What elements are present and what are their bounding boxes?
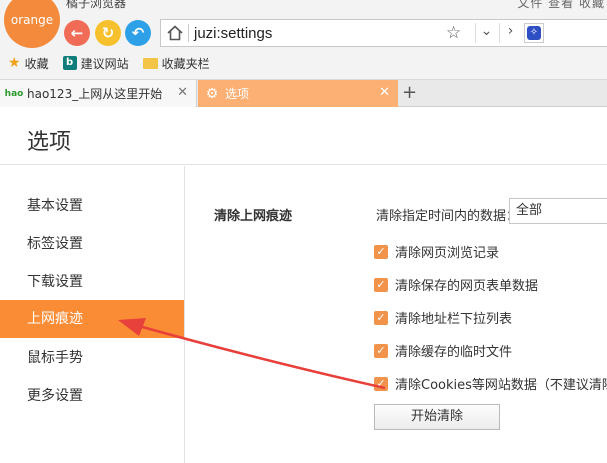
- orange-logo[interactable]: orange: [4, 0, 60, 48]
- baidu-paw-icon: ✧: [527, 26, 541, 40]
- undo-icon: ↶: [131, 24, 145, 42]
- option-browsing-history[interactable]: ✓ 清除网页浏览记录: [374, 242, 499, 261]
- star-icon: ★: [8, 55, 21, 71]
- option-address-dropdown[interactable]: ✓ 清除地址栏下拉列表: [374, 308, 512, 327]
- go-arrow-icon[interactable]: ›: [499, 23, 521, 43]
- home-icon[interactable]: [166, 24, 184, 42]
- bookmarks-bar: ★ 收藏 b 建议网站 收藏夹栏: [0, 52, 607, 74]
- sidebar-item-more[interactable]: 更多设置: [0, 377, 184, 415]
- bookmark-label: 收藏: [24, 56, 49, 71]
- back-arrow-icon: ←: [70, 24, 84, 42]
- checkbox-checked-icon[interactable]: ✓: [374, 277, 388, 292]
- tab-hao123[interactable]: hao hao123_上网从这里开始 ✕: [0, 80, 197, 107]
- browser-toolbar: orange 橘子浏览器 文件 查看 收藏 ← ↻ ↶ juzi:setting…: [0, 0, 607, 80]
- bookmark-label: 建议网站: [80, 56, 129, 71]
- option-form-data[interactable]: ✓ 清除保存的网页表单数据: [374, 275, 538, 294]
- settings-content: 清除上网痕迹 清除指定时间内的数据： 全部 ✓ 清除网页浏览记录 ✓ 清除保存的…: [186, 166, 607, 463]
- sidebar-item-mouse-gestures[interactable]: 鼠标手势: [0, 339, 184, 377]
- option-label: 清除Cookies等网站数据（不建议清除）: [395, 378, 607, 393]
- bookmark-favorites[interactable]: ★ 收藏: [8, 55, 49, 72]
- search-engine-selector[interactable]: ✧: [524, 23, 544, 43]
- option-label: 清除保存的网页表单数据: [395, 279, 539, 294]
- checkbox-checked-icon[interactable]: ✓: [374, 310, 388, 325]
- bookmark-label: 收藏夹栏: [161, 56, 210, 71]
- option-label: 清除缓存的临时文件: [395, 345, 513, 360]
- start-clear-button[interactable]: 开始清除: [374, 404, 500, 430]
- time-range-select[interactable]: 全部: [509, 198, 607, 224]
- time-range-label: 清除指定时间内的数据：: [376, 209, 520, 224]
- refresh-icon: ↻: [101, 24, 115, 42]
- bookmark-suggested-sites[interactable]: b 建议网站: [62, 55, 129, 72]
- sidebar-item-downloads[interactable]: 下载设置: [0, 263, 184, 301]
- bing-icon: b: [62, 56, 77, 70]
- restore-tab-button[interactable]: ↶: [125, 20, 151, 46]
- search-input[interactable]: [548, 19, 607, 47]
- back-button[interactable]: ←: [64, 20, 90, 46]
- address-bar[interactable]: juzi:settings ☆ ⌄ ›: [160, 19, 580, 47]
- checkbox-checked-icon[interactable]: ✓: [374, 343, 388, 358]
- bookmark-star-icon[interactable]: ☆: [446, 23, 461, 43]
- section-title: 清除上网痕迹: [214, 209, 293, 224]
- app-title: 橘子浏览器: [66, 0, 127, 10]
- folder-icon: [142, 57, 158, 69]
- gear-icon: ⚙: [205, 85, 219, 102]
- page-header: 选项: [0, 108, 607, 165]
- tab-options[interactable]: ⚙ 选项 ✕: [198, 80, 398, 107]
- close-icon[interactable]: ✕: [379, 85, 390, 100]
- option-label: 清除网页浏览记录: [395, 246, 500, 261]
- menu-bar[interactable]: 文件 查看 收藏: [517, 0, 605, 11]
- checkbox-checked-icon[interactable]: ✓: [374, 376, 388, 391]
- sidebar-item-browsing-traces[interactable]: 上网痕迹: [0, 300, 184, 338]
- option-cookies[interactable]: ✓ 清除Cookies等网站数据（不建议清除）: [374, 374, 607, 393]
- url-text[interactable]: juzi:settings: [194, 25, 272, 42]
- refresh-button[interactable]: ↻: [95, 20, 121, 46]
- new-tab-button[interactable]: +: [402, 82, 417, 103]
- sidebar-item-tabs[interactable]: 标签设置: [0, 225, 184, 263]
- bookmark-favorites-bar[interactable]: 收藏夹栏: [142, 55, 210, 72]
- tab-bar: hao hao123_上网从这里开始 ✕ ⚙ 选项 ✕ +: [0, 80, 607, 107]
- option-label: 清除地址栏下拉列表: [395, 312, 513, 327]
- page-title: 选项: [27, 130, 72, 155]
- address-divider: [188, 24, 189, 42]
- sidebar-item-basic[interactable]: 基本设置: [0, 187, 184, 225]
- checkbox-checked-icon[interactable]: ✓: [374, 244, 388, 259]
- logo-text: orange: [10, 13, 54, 27]
- settings-sidebar: 基本设置 标签设置 下载设置 上网痕迹 鼠标手势 更多设置: [0, 166, 185, 463]
- chevron-down-icon[interactable]: ⌄: [475, 23, 497, 43]
- tab-label: 选项: [225, 87, 250, 101]
- tab-label: hao123_上网从这里开始: [27, 87, 163, 101]
- close-icon[interactable]: ✕: [177, 85, 188, 100]
- hao123-icon: hao: [4, 88, 24, 99]
- option-cache-files[interactable]: ✓ 清除缓存的临时文件: [374, 341, 512, 360]
